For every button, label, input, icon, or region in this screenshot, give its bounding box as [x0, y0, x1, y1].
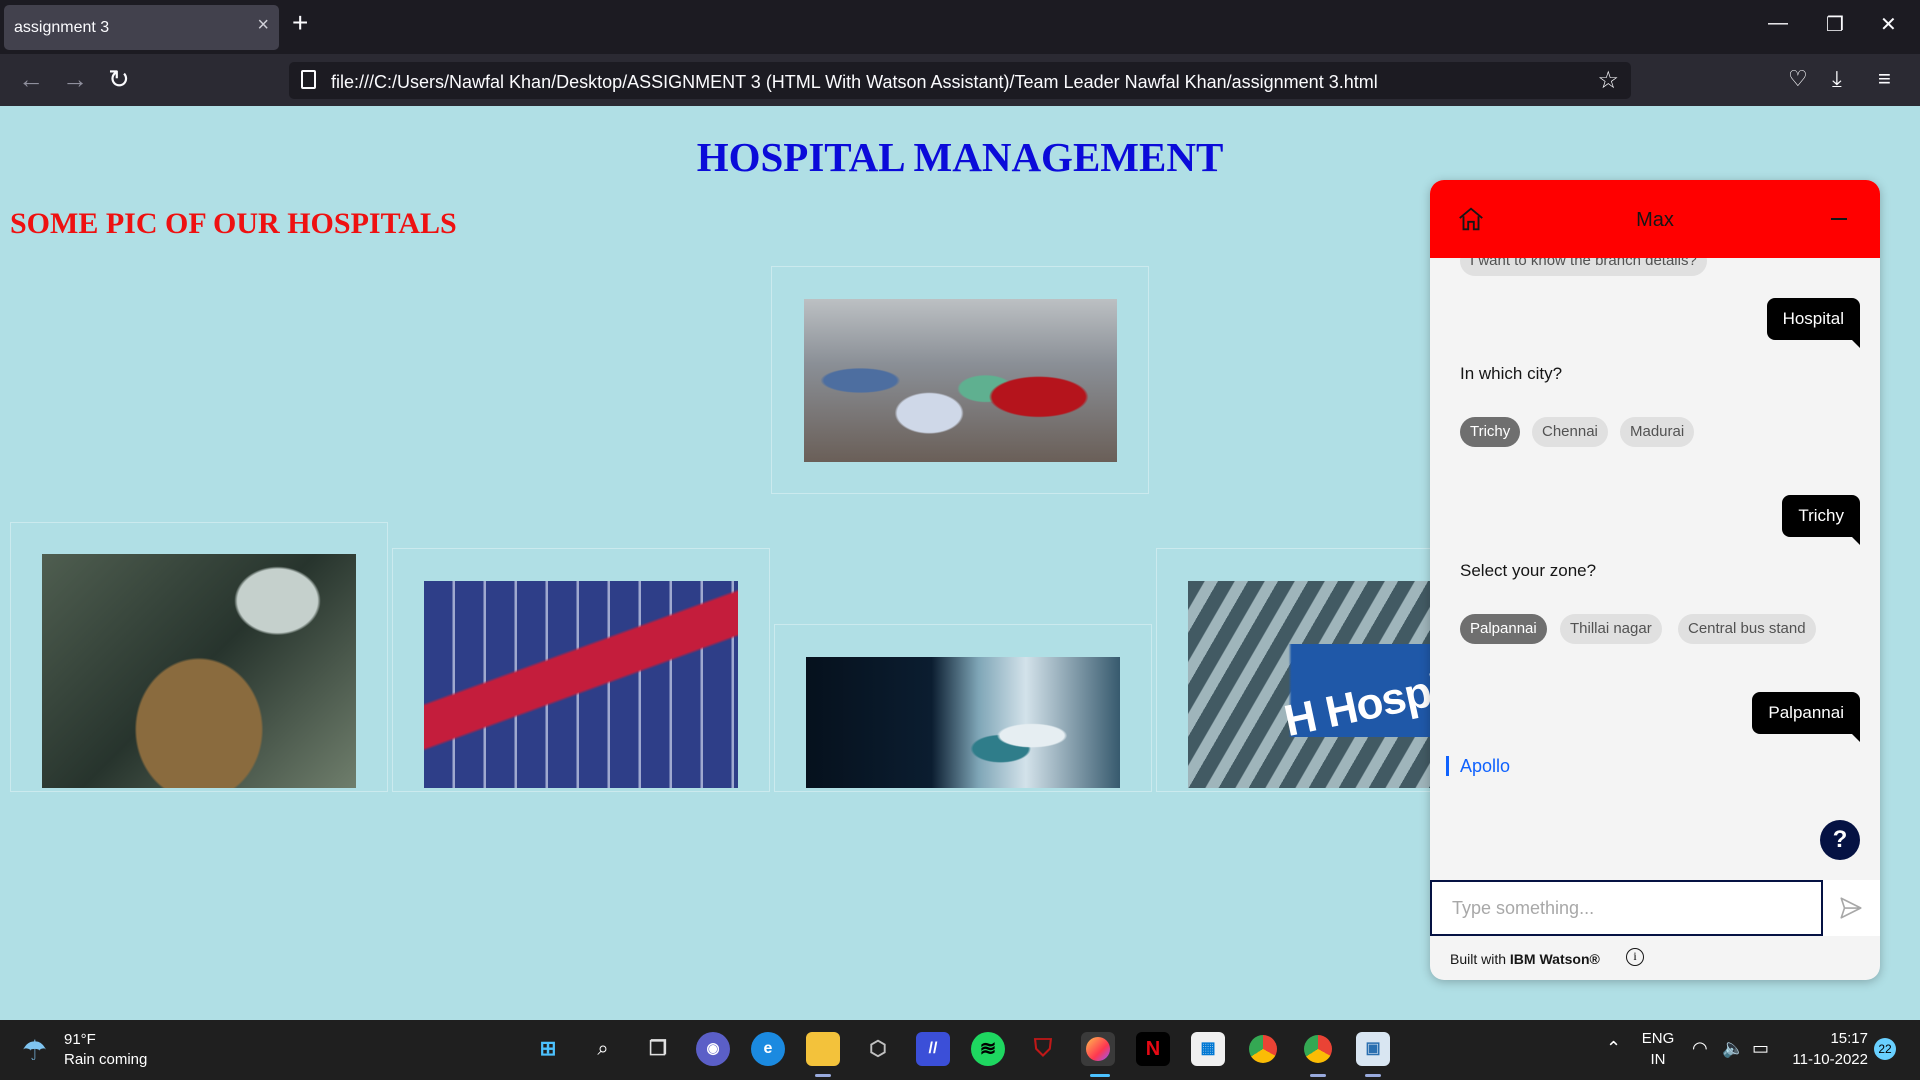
taskbar: ☂ 91°F Rain coming ⊞ ⌕ ❐ ◉ e ⬡ // ≋ ⛉ N … [0, 1020, 1920, 1080]
apollo-link[interactable]: Apollo [1460, 756, 1510, 777]
spotify-icon[interactable]: ≋ [971, 1032, 1005, 1066]
tab-title: assignment 3 [14, 19, 110, 36]
info-icon[interactable]: i [1626, 948, 1644, 966]
battery-icon[interactable]: ▭ [1752, 1038, 1769, 1059]
weather-umbrella-icon[interactable]: ☂ [22, 1034, 47, 1067]
download-icon[interactable]: ⤓ [1832, 68, 1842, 90]
photo-frame [10, 522, 388, 792]
bot-message: Select your zone? [1460, 561, 1597, 580]
page-subtitle: SOME PIC OF OUR HOSPITALS [10, 207, 457, 240]
reload-icon[interactable]: ↻ [108, 66, 130, 92]
teams-chat-icon[interactable]: ◉ [696, 1032, 730, 1066]
chevron-up-icon[interactable]: ⌃ [1606, 1038, 1621, 1059]
option-chip-palpannai[interactable]: Palpannai [1460, 614, 1547, 644]
help-button[interactable]: ? [1820, 820, 1860, 860]
active-app-indicator [1090, 1074, 1110, 1077]
minimize-chat-icon[interactable] [1831, 218, 1847, 220]
language-label[interactable]: ENG [1640, 1030, 1676, 1047]
minimize-window-icon[interactable]: — [1768, 12, 1788, 35]
user-message: Trichy [1782, 495, 1860, 545]
address-bar[interactable]: file:///C:/Users/Nawfal Khan/Desktop/ASS… [289, 62, 1631, 99]
browser-nav-bar: ← → ↻ file:///C:/Users/Nawfal Khan/Deskt… [0, 54, 1920, 106]
mcafee-icon[interactable]: ⛉ [1026, 1032, 1060, 1066]
snipping-tool-icon[interactable]: ▣ [1356, 1032, 1390, 1066]
netflix-icon[interactable]: N [1136, 1032, 1170, 1066]
link-marker [1446, 756, 1449, 776]
weather-description[interactable]: Rain coming [64, 1051, 147, 1068]
bookmark-star-icon[interactable]: ☆ [1597, 66, 1619, 95]
menu-icon[interactable]: ≡ [1878, 68, 1891, 90]
chrome-icon[interactable] [1246, 1032, 1280, 1066]
photo-frame [392, 548, 770, 792]
option-chip-central-bus-stand[interactable]: Central bus stand [1678, 614, 1816, 644]
new-tab-button[interactable]: + [292, 9, 308, 37]
unity-icon[interactable]: ⬡ [861, 1032, 895, 1066]
dev-app-icon[interactable]: // [916, 1032, 950, 1066]
user-message: Hospital [1766, 298, 1861, 348]
wifi-icon[interactable]: ◠ [1692, 1038, 1708, 1059]
send-icon[interactable] [1838, 895, 1864, 921]
page-title: HOSPITAL MANAGEMENT [696, 134, 1224, 180]
browser-tab[interactable]: assignment 3 × [4, 5, 279, 50]
close-tab-icon[interactable]: × [257, 14, 269, 37]
user-message: Palpannai [1752, 692, 1860, 742]
photo-frame [774, 624, 1152, 792]
chat-header: Max [1430, 180, 1880, 258]
back-arrow-icon[interactable]: ← [18, 66, 44, 92]
clock-time[interactable]: 15:17 [1786, 1030, 1868, 1047]
option-chip-chennai[interactable]: Chennai [1532, 417, 1608, 447]
assistant-name: Max [1636, 209, 1674, 231]
option-chip-thillai-nagar[interactable]: Thillai nagar [1560, 614, 1662, 644]
region-label[interactable]: IN [1640, 1051, 1676, 1068]
footer-prefix: Built with [1450, 951, 1510, 967]
search-icon[interactable]: ⌕ [586, 1032, 620, 1066]
chat-input-row [1430, 880, 1880, 936]
running-indicator [815, 1074, 831, 1077]
bot-message: In which city? [1460, 364, 1563, 383]
option-chip[interactable]: I want to know the branch details? [1460, 258, 1707, 276]
restore-window-icon[interactable]: ❐ [1826, 12, 1844, 37]
chat-footer: Built with IBM Watson® [1450, 951, 1600, 967]
chat-messages: I want to know the branch details? Hospi… [1430, 258, 1880, 860]
hospital-corridor-photo [806, 657, 1120, 788]
chat-message-input[interactable] [1430, 880, 1823, 936]
notification-badge[interactable]: 22 [1874, 1038, 1896, 1060]
emergency-sign-photo [424, 581, 738, 788]
close-window-icon[interactable]: ✕ [1880, 12, 1897, 37]
weather-temperature[interactable]: 91°F [64, 1031, 96, 1048]
chat-widget: Max I want to know the branch details? H… [1430, 180, 1880, 980]
page-icon [301, 70, 316, 89]
forward-arrow-icon[interactable]: → [62, 66, 88, 92]
option-chip-trichy[interactable]: Trichy [1460, 417, 1521, 447]
running-indicator [1365, 1074, 1381, 1077]
running-indicator [1310, 1074, 1326, 1077]
firefox-icon[interactable] [1081, 1032, 1115, 1066]
chrome-profile-icon[interactable] [1301, 1032, 1335, 1066]
clock-date[interactable]: 11-10-2022 [1786, 1051, 1868, 1068]
patient-bed-photo [42, 554, 356, 788]
file-explorer-icon[interactable] [806, 1032, 840, 1066]
url-text[interactable]: file:///C:/Users/Nawfal Khan/Desktop/ASS… [331, 72, 1378, 93]
edge-icon[interactable]: e [751, 1032, 785, 1066]
pocket-icon[interactable]: ♡ [1788, 68, 1808, 90]
footer-brand: IBM Watson® [1509, 951, 1600, 967]
browser-tab-bar: assignment 3 × + — ❐ ✕ [0, 0, 1920, 54]
windows-start-icon[interactable]: ⊞ [531, 1032, 565, 1066]
emergency-room-photo [804, 299, 1117, 462]
microsoft-store-icon[interactable]: ▦ [1191, 1032, 1225, 1066]
task-view-icon[interactable]: ❐ [641, 1032, 675, 1066]
photo-frame [771, 266, 1149, 494]
volume-icon[interactable]: 🔈 [1722, 1038, 1744, 1059]
option-chip-madurai[interactable]: Madurai [1620, 417, 1695, 447]
